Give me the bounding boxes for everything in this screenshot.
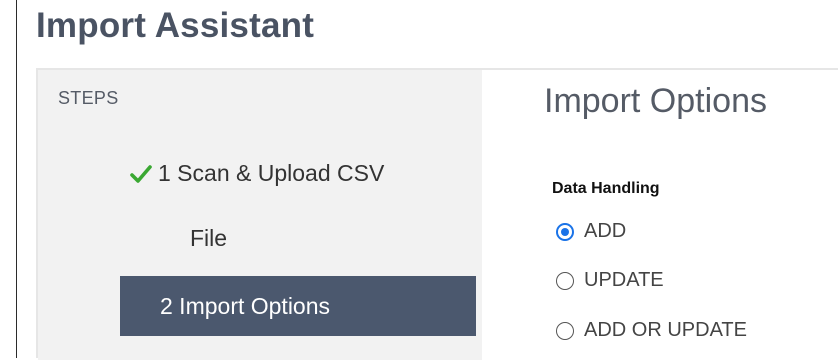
steps-panel: STEPS 1 Scan & Upload CSV File 2 Import …: [38, 70, 482, 360]
page-title: Import Assistant: [36, 6, 315, 45]
check-icon: [130, 164, 152, 183]
radio-add-or-update-label: ADD OR UPDATE: [584, 319, 747, 341]
section-title: Import Options: [544, 82, 767, 120]
radio-update-label: UPDATE: [584, 269, 664, 291]
step-scan-upload[interactable]: 1 Scan & Upload CSV: [130, 160, 384, 187]
radio-add-selected-icon[interactable]: [556, 222, 574, 241]
step-scan-upload-label: 1 Scan & Upload CSV: [158, 160, 385, 186]
step-scan-upload-label-line2: File: [190, 225, 228, 251]
data-handling-label: Data Handling: [552, 180, 660, 197]
radio-option-add-or-update[interactable]: ADD OR UPDATE: [556, 319, 747, 342]
steps-heading: STEPS: [58, 88, 119, 108]
radio-option-update[interactable]: UPDATE: [556, 269, 664, 292]
radio-update-icon[interactable]: [556, 271, 574, 290]
step-import-options-label: 2 Import Options: [160, 292, 331, 319]
radio-option-add[interactable]: ADD: [556, 220, 626, 243]
radio-add-label: ADD: [584, 220, 627, 242]
wizard-container: STEPS 1 Scan & Upload CSV File 2 Import …: [36, 68, 838, 360]
radio-add-or-update-icon[interactable]: [556, 321, 574, 340]
step-import-options[interactable]: 2 Import Options: [120, 276, 476, 336]
